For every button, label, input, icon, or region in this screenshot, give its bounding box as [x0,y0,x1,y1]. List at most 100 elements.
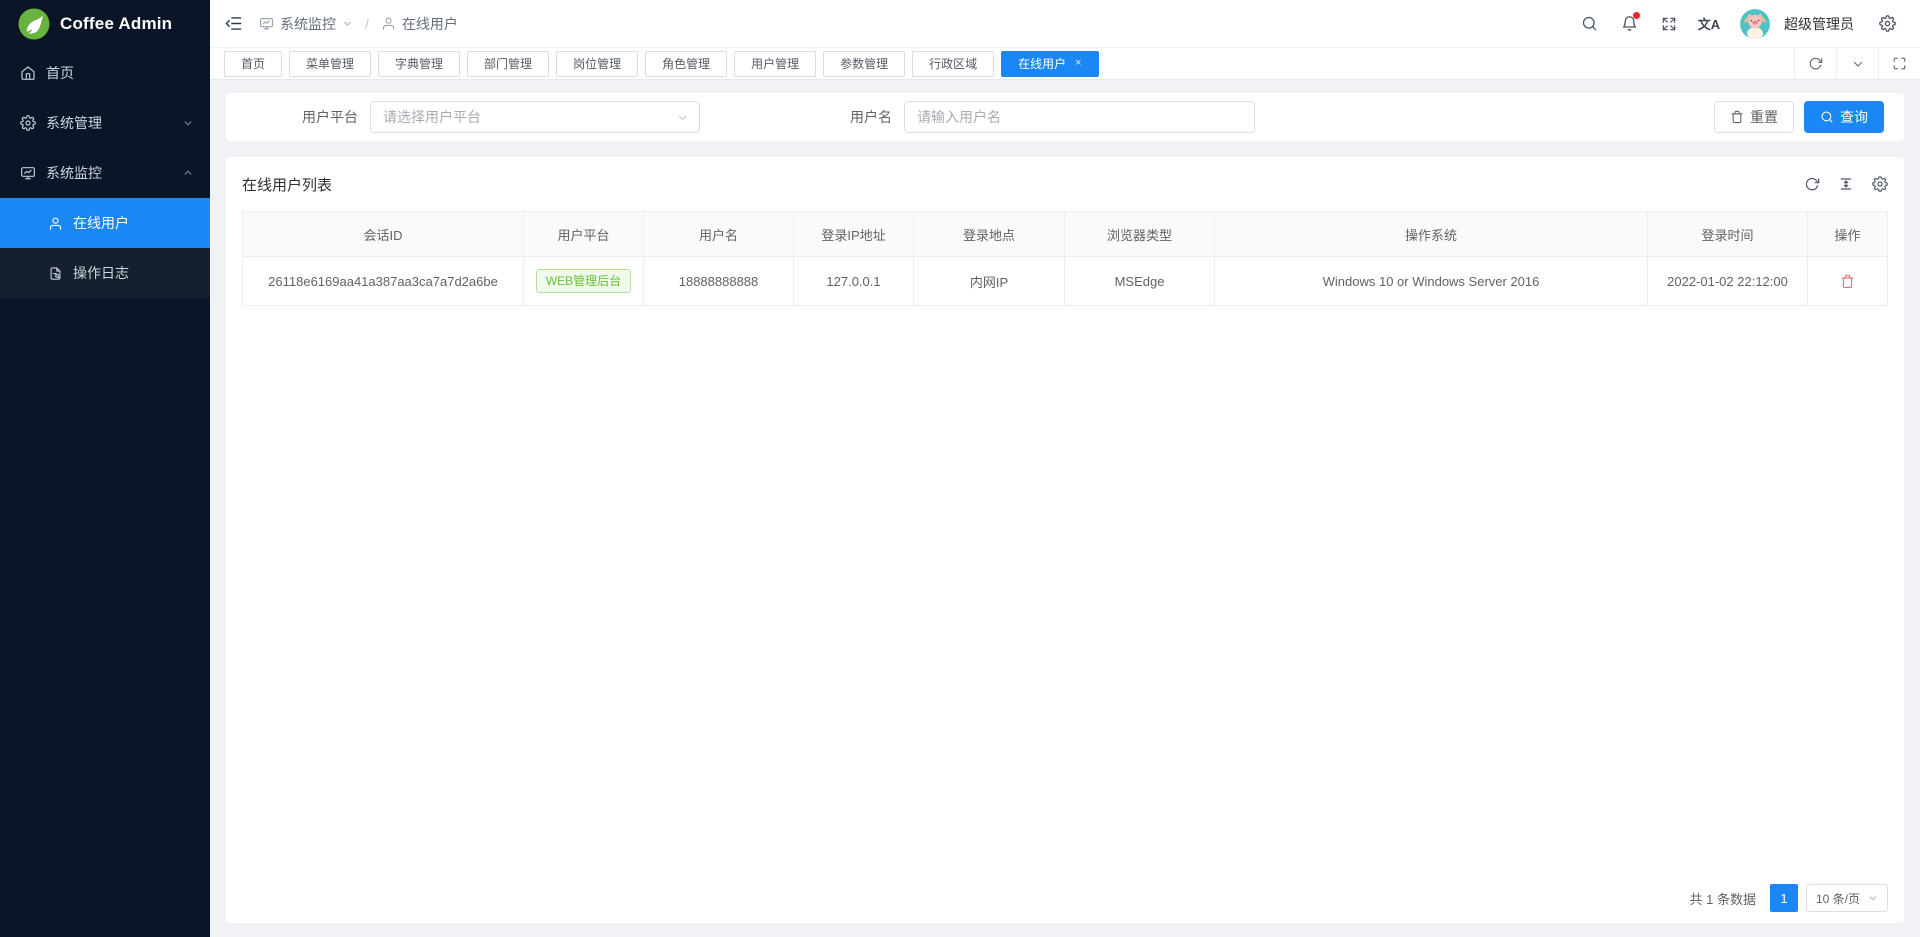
cell-os: Windows 10 or Windows Server 2016 [1215,257,1648,306]
tab-post-management[interactable]: 岗位管理 [556,51,638,77]
tab-menu-management[interactable]: 菜单管理 [289,51,371,77]
tab-online-users[interactable]: 在线用户 × [1001,51,1098,77]
page-size-select[interactable]: 10 条/页 [1806,884,1888,912]
col-header-platform: 用户平台 [524,212,644,257]
user-name[interactable]: 超级管理员 [1784,14,1854,34]
cell-login-time: 2022-01-02 22:12:00 [1648,257,1808,306]
search-icon [1820,110,1834,124]
sidebar-item-operation-log[interactable]: 操作日志 [0,248,210,298]
sidebar-menu: 首页 系统管理 系统监控 在线用户 操作日志 [0,48,210,298]
cell-login-ip: 127.0.0.1 [794,257,914,306]
table-header-row: 会话ID 用户平台 用户名 登录IP地址 登录地点 浏览器类型 操作系统 登录时… [243,212,1888,257]
chevron-down-icon [1867,892,1879,904]
tab-dict-management[interactable]: 字典管理 [378,51,460,77]
sidebar-collapse-icon[interactable] [224,14,243,33]
cell-username: 18888888888 [644,257,794,306]
leaf-logo-icon [18,8,50,40]
breadcrumb-section[interactable]: 系统监控 [280,14,336,34]
app-logo: Coffee Admin [0,0,210,48]
sidebar-submenu-monitor: 在线用户 操作日志 [0,198,210,298]
breadcrumb-page: 在线用户 [402,14,458,34]
trash-icon [1730,110,1744,124]
platform-select-placeholder: 请选择用户平台 [383,107,481,127]
monitor-icon [259,16,274,31]
avatar-image [1740,9,1770,39]
platform-tag: WEB管理后台 [536,269,631,293]
close-icon[interactable]: × [1075,58,1081,69]
platform-label: 用户平台 [302,107,358,127]
filter-bar: 用户平台 请选择用户平台 用户名 重置 查询 [226,93,1904,141]
tab-dept-management[interactable]: 部门管理 [467,51,549,77]
avatar[interactable] [1740,9,1770,39]
col-header-os: 操作系统 [1215,212,1648,257]
col-header-actions: 操作 [1808,212,1888,257]
tab-user-management[interactable]: 用户管理 [734,51,816,77]
tab-home[interactable]: 首页 [224,51,282,77]
user-icon [48,216,63,231]
top-header: 系统监控 / 在线用户 文A [210,0,1920,48]
chevron-down-icon[interactable] [1836,48,1878,80]
sidebar-item-home[interactable]: 首页 [0,48,210,98]
sidebar-item-label: 系统监控 [46,163,102,183]
brand-name: Coffee Admin [60,14,172,34]
col-header-session-id: 会话ID [243,212,524,257]
sidebar-item-label: 首页 [46,63,74,83]
tab-param-management[interactable]: 参数管理 [823,51,905,77]
maximize-icon[interactable] [1878,48,1920,80]
language-translate-icon[interactable]: 文A [1692,7,1726,41]
user-icon [381,16,396,31]
page-content: 用户平台 请选择用户平台 用户名 重置 查询 [210,80,1920,937]
tabs-bar: 首页 菜单管理 字典管理 部门管理 岗位管理 角色管理 用户管理 参数管理 行政… [210,48,1920,80]
filter-actions: 重置 查询 [1714,101,1884,133]
chevron-down-icon [676,111,689,124]
col-header-login-time: 登录时间 [1648,212,1808,257]
delete-trash-icon[interactable] [1840,274,1855,289]
card-title: 在线用户列表 [242,174,332,195]
reset-button[interactable]: 重置 [1714,101,1794,133]
gear-icon [20,115,36,131]
page-number-button[interactable]: 1 [1770,884,1798,912]
refresh-icon[interactable] [1794,48,1836,80]
sidebar-item-online-users[interactable]: 在线用户 [0,198,210,248]
notification-bell-icon[interactable] [1612,7,1646,41]
header-actions: 文A 超级管理员 [1572,7,1904,41]
platform-select[interactable]: 请选择用户平台 [370,101,700,133]
pagination: 共 1 条数据 1 10 条/页 [242,873,1888,923]
sidebar-item-label: 在线用户 [73,213,129,233]
sidebar-item-system-management[interactable]: 系统管理 [0,98,210,148]
col-header-username: 用户名 [644,212,794,257]
chevron-down-icon [182,117,194,129]
refresh-icon[interactable] [1804,176,1820,192]
sidebar-item-label: 操作日志 [73,263,129,283]
breadcrumb-separator: / [365,16,369,32]
cell-browser: MSEdge [1065,257,1215,306]
search-icon[interactable] [1572,7,1606,41]
column-settings-gear-icon[interactable] [1872,176,1888,192]
cell-session-id: 26118e6169aa41a387aa3ca7a7d2a6be [243,257,524,306]
sidebar-item-label: 系统管理 [46,113,102,133]
row-height-icon[interactable] [1838,176,1854,192]
cell-login-location: 内网IP [914,257,1065,306]
fullscreen-icon[interactable] [1652,7,1686,41]
main-area: 系统监控 / 在线用户 文A [210,0,1920,937]
home-icon [20,65,36,81]
username-input[interactable] [904,101,1255,133]
chevron-up-icon [182,167,194,179]
sidebar-item-system-monitor[interactable]: 系统监控 [0,148,210,198]
online-users-table: 会话ID 用户平台 用户名 登录IP地址 登录地点 浏览器类型 操作系统 登录时… [242,211,1888,306]
cell-actions [1808,257,1888,306]
log-file-icon [48,266,63,281]
pagination-total: 共 1 条数据 [1690,889,1756,908]
monitor-icon [20,165,36,181]
chevron-down-icon[interactable] [342,18,353,29]
username-label: 用户名 [850,107,892,127]
col-header-login-ip: 登录IP地址 [794,212,914,257]
settings-gear-icon[interactable] [1870,7,1904,41]
search-button[interactable]: 查询 [1804,101,1884,133]
tab-admin-region[interactable]: 行政区域 [912,51,994,77]
card-header: 在线用户列表 [242,157,1888,211]
cell-platform: WEB管理后台 [524,257,644,306]
table-toolbar [1804,176,1888,192]
col-header-login-location: 登录地点 [914,212,1065,257]
tab-role-management[interactable]: 角色管理 [645,51,727,77]
